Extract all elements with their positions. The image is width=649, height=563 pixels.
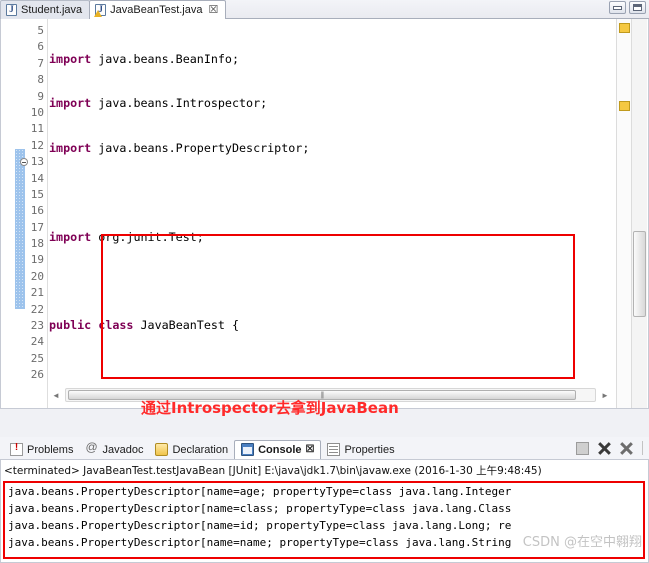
tab-properties[interactable]: Properties [321, 441, 400, 459]
line-number: 24 [30, 335, 44, 349]
line-number: 8 [37, 73, 44, 87]
editor-tab-student[interactable]: Student.java [0, 0, 91, 19]
tabbar-filler [225, 1, 649, 19]
properties-icon [327, 443, 341, 456]
line-number: 26 [30, 368, 44, 382]
code-text[interactable]: import java.beans.BeanInfo; import java.… [49, 23, 632, 408]
line-number-gutter: 5 6 7 8 9 10 11 12 13 14 15 16 17 18 19 20 21 22 23 24 25 26 [1, 19, 48, 408]
scroll-right-icon[interactable]: ► [598, 388, 612, 402]
eclipse-window: Student.java JavaBeanTest.java ☒ 5 6 7 8 9 10… [0, 0, 649, 563]
javadoc-icon [85, 440, 98, 456]
editor-tabbar: Student.java JavaBeanTest.java ☒ [0, 0, 649, 19]
declaration-icon [155, 443, 169, 456]
tab-label: Console [258, 443, 302, 456]
editor-tab-javabeantest[interactable]: JavaBeanTest.java ☒ [89, 0, 227, 19]
tab-label: Javadoc [102, 443, 144, 456]
line-number: 6 [37, 40, 44, 54]
tab-problems[interactable]: Problems [4, 441, 79, 459]
problems-icon [10, 442, 23, 456]
close-icon[interactable]: ☒ [209, 4, 219, 16]
editor-tab-label: JavaBeanTest.java [110, 4, 203, 16]
code-editor[interactable]: 5 6 7 8 9 10 11 12 13 14 15 16 17 18 19 20 21 22 23 24 25 26 … [0, 19, 649, 417]
line-number: 22 [30, 302, 44, 316]
java-file-icon [6, 4, 17, 16]
tab-label: Declaration [172, 443, 229, 456]
line-number: 16 [30, 204, 44, 218]
terminate-button[interactable] [576, 441, 589, 455]
line-number: 13 [1, 154, 48, 170]
editor-area: Student.java JavaBeanTest.java ☒ 5 6 7 8 9 10… [0, 0, 649, 437]
maximize-button[interactable] [629, 1, 646, 14]
console-toolbar [576, 441, 643, 455]
console-output-area[interactable]: <terminated> JavaBeanTest.testJavaBean [… [0, 459, 649, 563]
overview-ruler[interactable] [616, 19, 631, 408]
minimize-button[interactable] [609, 1, 626, 14]
line-number: 25 [30, 351, 44, 365]
line-number: 15 [30, 187, 44, 201]
line-number: 20 [30, 269, 44, 283]
annotation-label: 通过Introspector去拿到JavaBean [141, 399, 399, 417]
window-controls [609, 1, 646, 14]
line-number: 10 [30, 105, 44, 119]
warning-marker[interactable] [619, 23, 630, 33]
line-number: 17 [30, 220, 44, 234]
console-output-line: java.beans.PropertyDescriptor[name=class… [8, 502, 512, 515]
bottom-panel: Problems Javadoc Declaration Console ☒ P… [0, 437, 649, 563]
tab-javadoc[interactable]: Javadoc [79, 440, 149, 459]
vertical-scrollbar[interactable] [631, 19, 647, 408]
line-number: 21 [30, 286, 44, 300]
tab-label: Properties [344, 443, 395, 456]
editor-tab-label: Student.java [21, 4, 83, 16]
fold-toggle-icon[interactable] [20, 158, 28, 167]
watermark: CSDN @在空中翱翔 [522, 535, 642, 550]
remove-launch-button[interactable] [598, 442, 611, 455]
scroll-left-icon[interactable]: ◄ [49, 388, 63, 402]
line-number: 7 [37, 56, 44, 70]
warning-marker[interactable] [619, 101, 630, 111]
tab-label: Problems [27, 443, 74, 456]
line-number: 14 [30, 171, 44, 185]
bottom-tabbar: Problems Javadoc Declaration Console ☒ P… [0, 437, 649, 459]
remove-all-terminated-button[interactable] [620, 442, 633, 455]
console-icon [241, 443, 255, 456]
line-number: 9 [37, 89, 44, 103]
toolbar-divider [642, 441, 643, 455]
line-number-list: 5 6 7 8 9 10 11 12 13 14 15 16 17 18 19 20 21 22 23 24 25 26 [1, 23, 48, 384]
java-file-warning-icon [94, 4, 107, 17]
line-number: 5 [37, 24, 44, 37]
console-terminated-line: <terminated> JavaBeanTest.testJavaBean [… [4, 465, 542, 477]
line-number: 23 [30, 319, 44, 333]
tab-console[interactable]: Console ☒ [234, 440, 322, 459]
line-number: 12 [30, 138, 44, 152]
line-number: 11 [30, 122, 44, 136]
close-icon[interactable]: ☒ [306, 444, 315, 455]
tab-declaration[interactable]: Declaration [149, 441, 234, 459]
line-number: 19 [30, 253, 44, 267]
console-output-line: java.beans.PropertyDescriptor[name=age; … [8, 485, 512, 498]
vertical-scrollbar-thumb[interactable] [633, 231, 646, 317]
line-number: 18 [30, 237, 44, 251]
